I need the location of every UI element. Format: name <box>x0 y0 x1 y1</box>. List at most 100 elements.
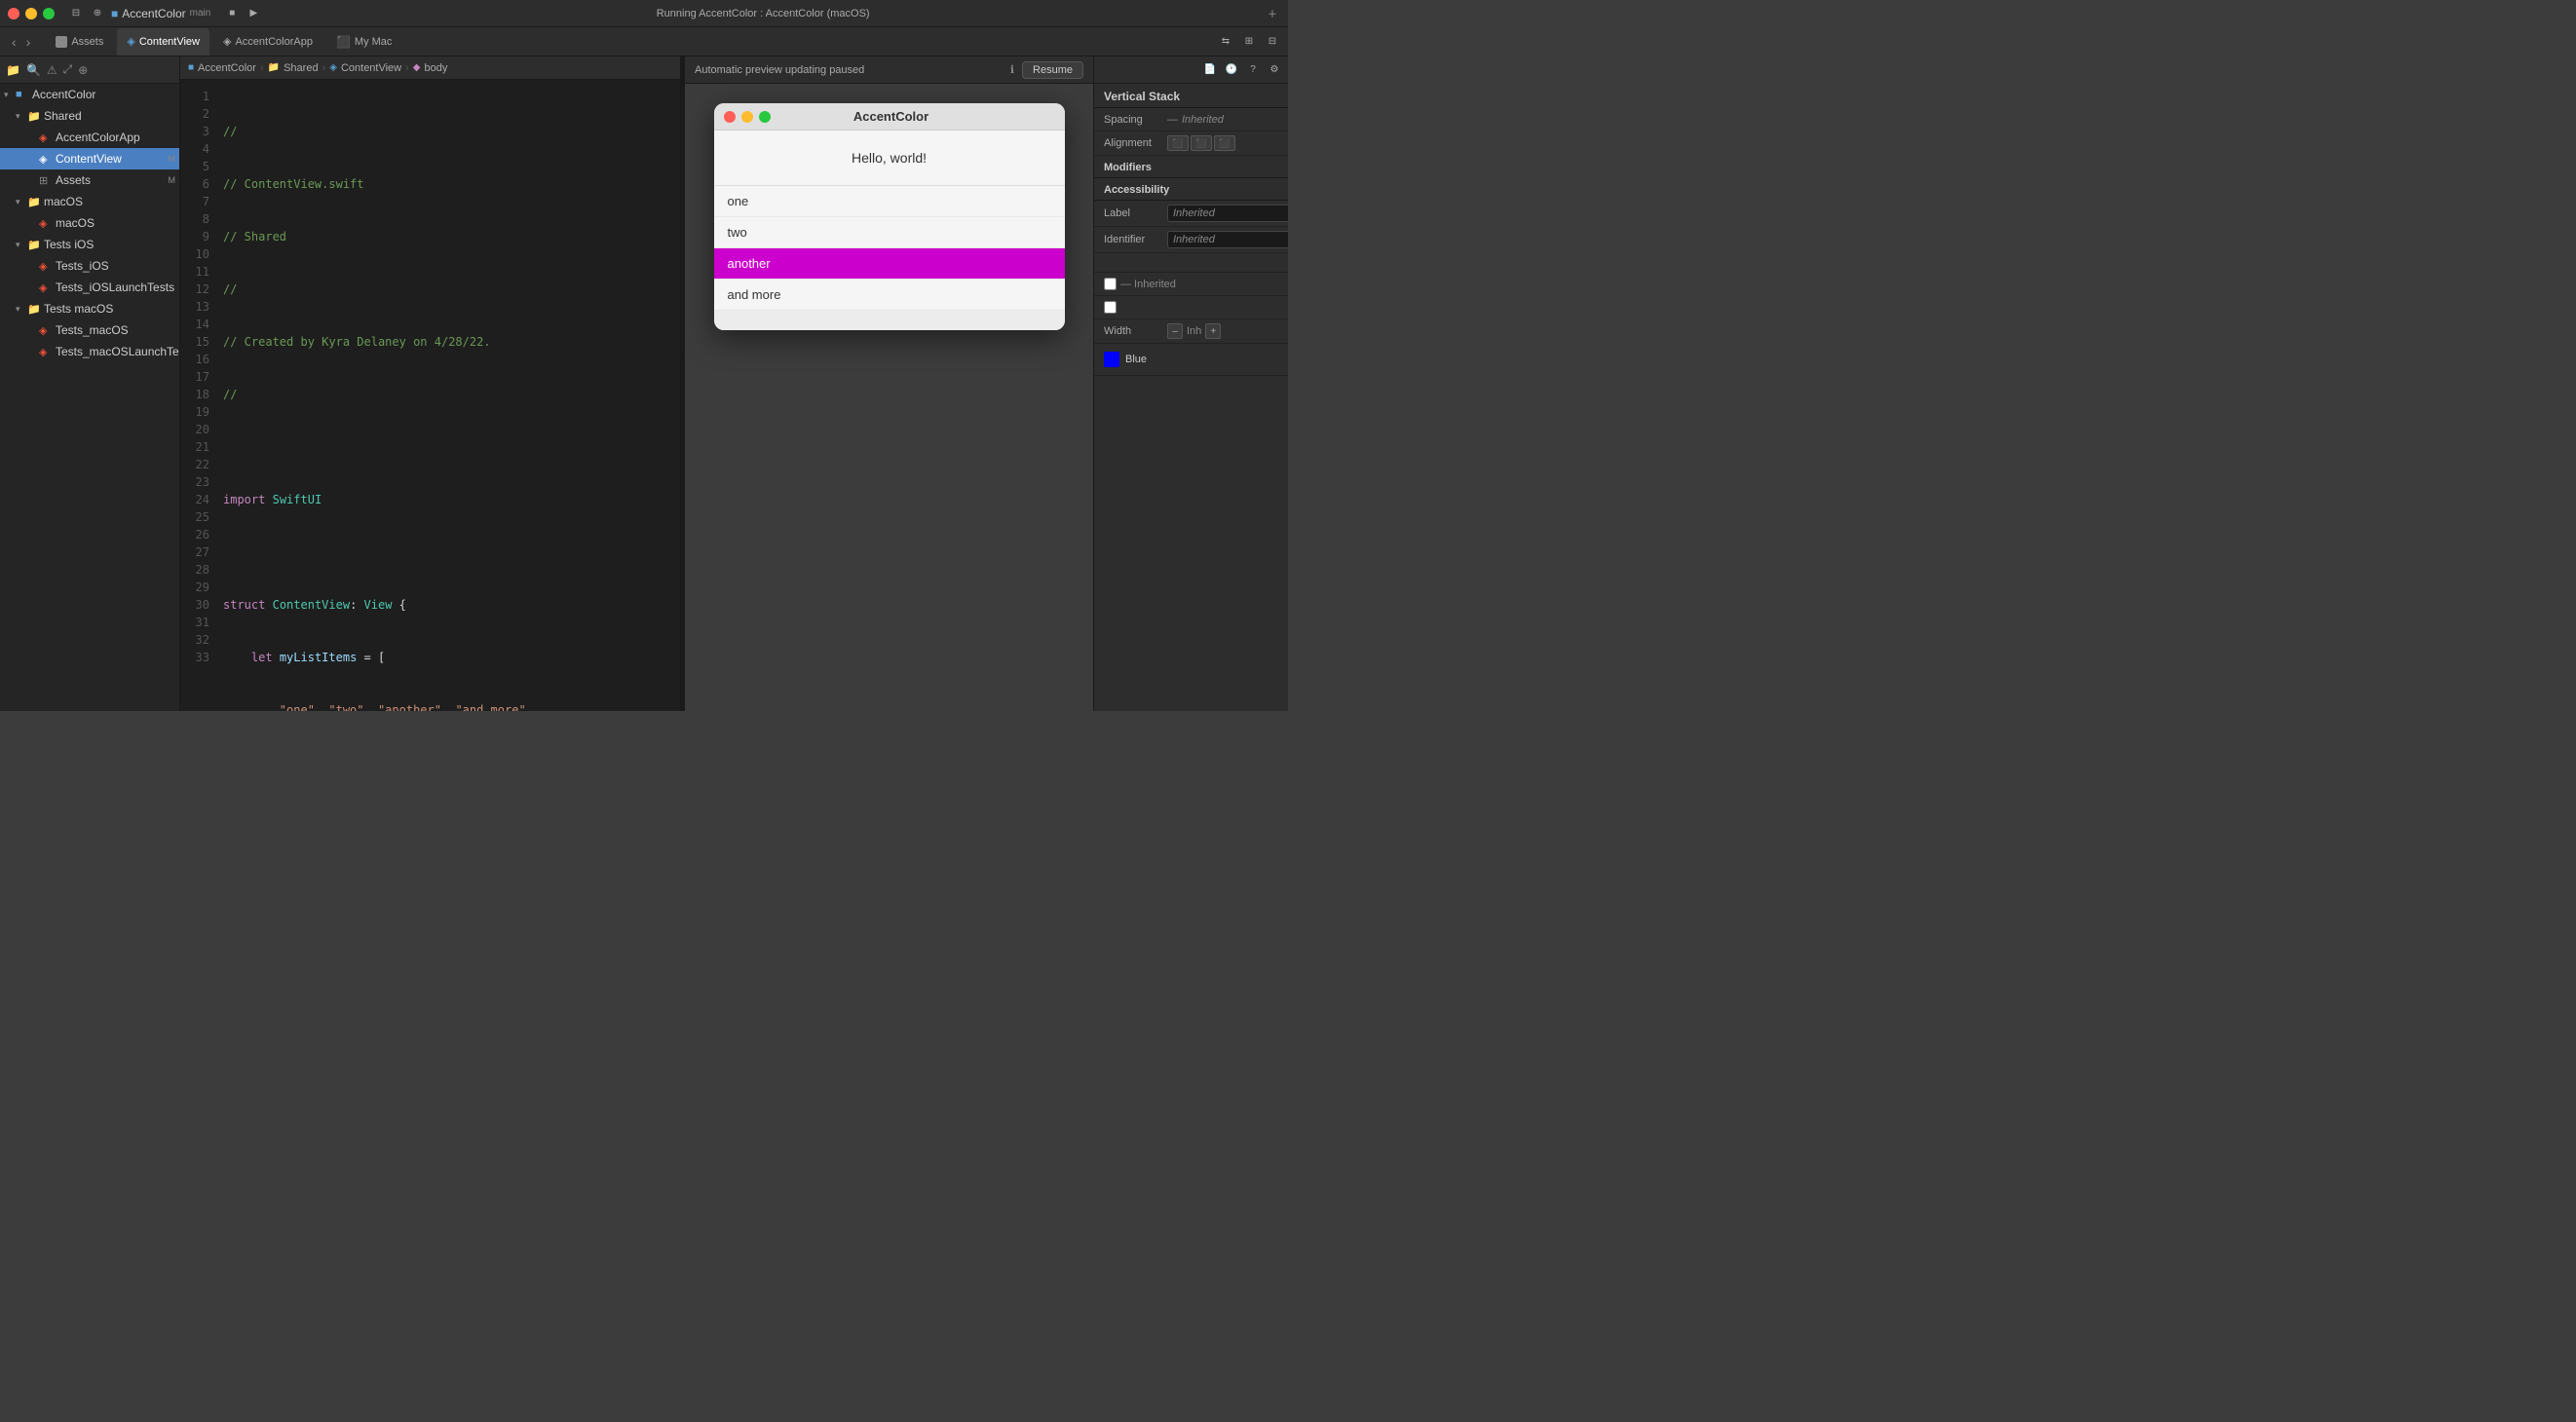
search-icon[interactable]: 🔍 <box>26 63 41 77</box>
sidebar-item-macos-group[interactable]: ▾ 📁 macOS <box>0 191 179 212</box>
code-content[interactable]: // // ContentView.swift // Shared // // … <box>215 80 680 711</box>
line-num-25: 25 <box>186 508 209 526</box>
tab-contentview-label: ContentView <box>139 36 200 48</box>
sidebar-item-root[interactable]: ▾ ■ AccentColor <box>0 84 179 105</box>
tab-mymac-label: My Mac <box>355 36 393 48</box>
sidebar-macos-group-label: macOS <box>44 195 175 208</box>
macos-close[interactable] <box>724 111 736 123</box>
tab-accentcolorapp[interactable]: ◈ AccentColorApp <box>213 28 322 56</box>
question-icon[interactable]: ? <box>1245 62 1261 78</box>
code-line-12: "one", "two", "another", "and more" <box>223 701 672 711</box>
breadcrumb-accentcolor[interactable]: AccentColor <box>198 62 256 74</box>
list-item-two[interactable]: two <box>714 217 1065 248</box>
tab-contentview[interactable]: ◈ ContentView <box>117 28 209 56</box>
forward-button[interactable]: › <box>22 34 35 50</box>
code-line-11: let myListItems = [ <box>223 649 672 666</box>
inspector-icon[interactable]: ⊟ <box>1265 34 1280 50</box>
sidebar-item-tests-ios[interactable]: ◈ Tests_iOS <box>0 255 179 277</box>
back-button[interactable]: ‹ <box>8 34 20 50</box>
swift-icon: ◈ <box>39 153 53 166</box>
line-num-8: 8 <box>186 210 209 228</box>
git-icon[interactable]: ⊕ <box>78 63 88 77</box>
code-editor[interactable]: 1 2 3 4 5 6 7 8 9 10 11 12 13 14 15 16 1… <box>180 80 680 711</box>
sidebar-assets-label: Assets <box>56 173 167 187</box>
diff-sidebar-icon[interactable]: ⤢ <box>63 62 73 77</box>
chevron-down-icon: ▾ <box>16 304 27 315</box>
breadcrumb-body[interactable]: body <box>425 62 448 74</box>
color-box[interactable]: Blue <box>1104 352 1278 367</box>
code-line-10: struct ContentView: View { <box>223 596 672 614</box>
project-icon: ■ <box>16 89 29 100</box>
inspector-checkbox2[interactable] <box>1104 301 1117 314</box>
line-num-6: 6 <box>186 175 209 193</box>
sidebar-tests-ios-label: Tests iOS <box>44 238 175 251</box>
sidebar-item-contentview[interactable]: ◈ ContentView M <box>0 148 179 169</box>
macos-maximize[interactable] <box>759 111 771 123</box>
tab-assets[interactable]: Assets <box>46 28 113 56</box>
identifier-label: Identifier <box>1104 234 1167 245</box>
line-num-10: 10 <box>186 245 209 263</box>
width-decrease-btn[interactable]: – <box>1167 323 1183 339</box>
branch-label: main <box>190 8 211 19</box>
resume-button[interactable]: Resume <box>1022 61 1083 79</box>
grid-icon[interactable]: ⊞ <box>1241 34 1257 50</box>
align-right-btn[interactable]: ⬛ <box>1214 135 1235 151</box>
width-increase-btn[interactable]: + <box>1205 323 1221 339</box>
tab-navigation[interactable]: ‹ › <box>8 34 34 50</box>
minimize-button[interactable] <box>25 8 37 19</box>
sidebar-item-accentcolorapp[interactable]: ◈ AccentColorApp <box>0 127 179 148</box>
warning-icon[interactable]: ⚠ <box>47 63 57 77</box>
tab-assets-label: Assets <box>71 36 103 48</box>
sidebar-item-shared[interactable]: ▾ 📁 Shared <box>0 105 179 127</box>
color-swatch[interactable] <box>1104 352 1119 367</box>
sidebar-toggle-icon[interactable]: ⊟ <box>68 6 84 21</box>
label-input[interactable] <box>1167 205 1288 222</box>
sidebar-item-tests-ios-group[interactable]: ▾ 📁 Tests iOS <box>0 234 179 255</box>
code-line-6: // <box>223 386 672 403</box>
list-item-another[interactable]: another <box>714 248 1065 280</box>
chevron-down-icon: ▾ <box>16 197 27 207</box>
preview-status: Automatic preview updating paused <box>695 64 1003 76</box>
line-num-4: 4 <box>186 140 209 158</box>
diff-icon[interactable]: ⇆ <box>1218 34 1233 50</box>
inspector-checkbox1[interactable] <box>1104 278 1117 290</box>
sidebar-item-tests-ioslaunch[interactable]: ◈ Tests_iOSLaunchTests <box>0 277 179 298</box>
breadcrumb-sep2: › <box>322 62 326 74</box>
color-label: Blue <box>1125 354 1147 365</box>
add-icon[interactable]: ＋ <box>1265 6 1280 21</box>
sidebar-item-tests-macoslaunch[interactable]: ◈ Tests_macOSLaunchTests <box>0 341 179 362</box>
breadcrumb-shared[interactable]: Shared <box>284 62 318 74</box>
sidebar-item-tests-macos-group[interactable]: ▾ 📁 Tests macOS <box>0 298 179 319</box>
sidebar-item-macos[interactable]: ◈ macOS <box>0 212 179 234</box>
info-icon[interactable]: ℹ <box>1010 63 1014 76</box>
line-num-1: 1 <box>186 88 209 105</box>
swift-icon: ◈ <box>39 281 53 294</box>
run-stop-icon[interactable]: ■ <box>224 6 240 21</box>
sidebar-item-assets[interactable]: ⊞ Assets M <box>0 169 179 191</box>
add-doc-icon[interactable]: 📄 <box>1202 62 1218 78</box>
mymac-icon: ⬛ <box>336 35 351 49</box>
title-bar: ⊟ ⊕ ■ AccentColor main ■ ▶ Running Accen… <box>0 0 1288 27</box>
breadcrumb-contentview[interactable]: ContentView <box>341 62 401 74</box>
maximize-button[interactable] <box>43 8 55 19</box>
code-line-9 <box>223 543 672 561</box>
align-left-btn[interactable]: ⬛ <box>1167 135 1189 151</box>
list-item-one[interactable]: one <box>714 186 1065 217</box>
inspector: 📄 🕐 ? ⚙ Vertical Stack Spacing — Inherit… <box>1093 56 1288 711</box>
identifier-input[interactable] <box>1167 231 1288 248</box>
list-item-andmore[interactable]: and more <box>714 280 1065 311</box>
run-icon[interactable]: ▶ <box>246 6 261 21</box>
tab-mymac[interactable]: ⬛ My Mac <box>326 28 401 56</box>
align-center-btn[interactable]: ⬛ <box>1191 135 1212 151</box>
clock-icon[interactable]: 🕐 <box>1224 62 1239 78</box>
preview-content: AccentColor Hello, world! one two anothe… <box>685 84 1093 711</box>
inspector-gear-icon[interactable]: ⚙ <box>1267 62 1282 78</box>
sidebar-item-tests-macos[interactable]: ◈ Tests_macOS <box>0 319 179 341</box>
line-num-12: 12 <box>186 281 209 298</box>
macos-minimize[interactable] <box>741 111 753 123</box>
line-num-30: 30 <box>186 596 209 614</box>
run-status: Running AccentColor : AccentColor (macOS… <box>267 8 1259 19</box>
close-button[interactable] <box>8 8 19 19</box>
inspector-identifier-row: Identifier <box>1094 227 1288 253</box>
source-control-icon[interactable]: ⊕ <box>90 6 105 21</box>
